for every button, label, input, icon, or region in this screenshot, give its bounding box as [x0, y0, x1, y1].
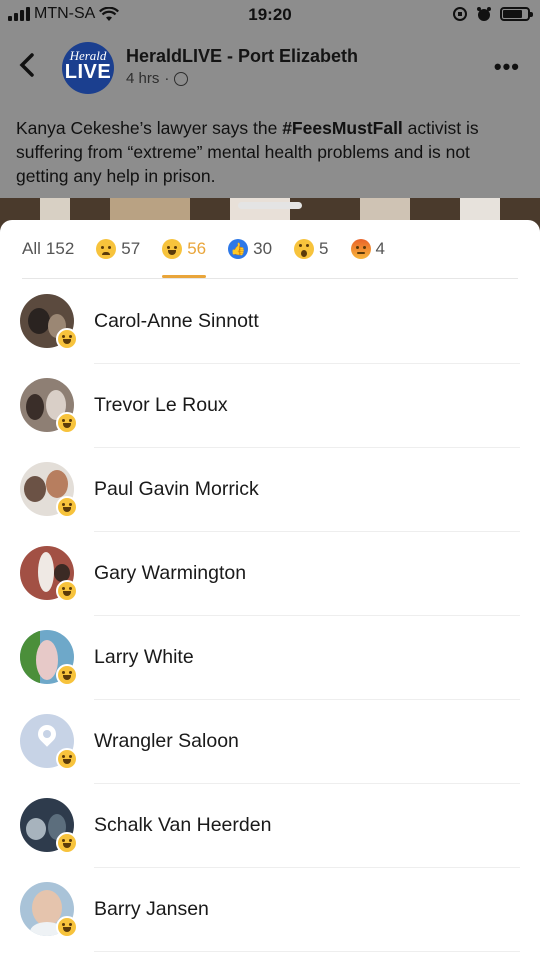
hashtag-link[interactable]: #FeesMustFall — [282, 118, 403, 138]
list-item[interactable]: Trevor Le Roux — [0, 364, 540, 448]
tab-wow-count: 5 — [319, 239, 329, 258]
haha-icon — [56, 328, 78, 350]
person-name[interactable]: Trevor Le Roux — [94, 394, 228, 417]
globe-icon — [174, 71, 189, 86]
post-meta: 4 hrs · — [126, 70, 189, 87]
tab-all-label: All — [22, 239, 41, 258]
person-name[interactable]: Schalk Van Heerden — [94, 814, 271, 837]
haha-icon — [56, 832, 78, 854]
person-name[interactable]: Larry White — [94, 646, 194, 669]
haha-icon — [56, 496, 78, 518]
alarm-icon — [477, 7, 491, 21]
person-name[interactable]: Paul Gavin Morrick — [94, 478, 259, 501]
haha-icon — [56, 748, 78, 770]
person-name[interactable]: Wrangler Saloon — [94, 730, 239, 753]
person-name[interactable]: Carol-Anne Sinnott — [94, 310, 259, 333]
haha-icon — [56, 664, 78, 686]
post-text: Kanya Cekeshe’s lawyer says the #FeesMus… — [16, 116, 526, 188]
tab-all[interactable]: All 152 — [22, 220, 74, 278]
list-item[interactable]: Paul Gavin Morrick — [0, 448, 540, 532]
haha-icon — [56, 916, 78, 938]
sad-icon — [96, 239, 117, 259]
tab-sad-count: 57 — [121, 239, 141, 258]
tabs-divider — [22, 278, 518, 279]
status-icons — [452, 6, 533, 22]
list-item[interactable]: Schalk Van Heerden — [0, 784, 540, 868]
sheet-drag-handle[interactable] — [238, 202, 302, 209]
haha-icon — [56, 580, 78, 602]
haha-icon — [162, 239, 183, 259]
logo-text-top: Herald — [69, 48, 107, 63]
orientation-lock-icon — [453, 7, 467, 21]
chevron-left-icon — [19, 53, 34, 77]
reactions-sheet: All 152 57 56 👍 30 5 4 Carol-Anne Sinnot… — [0, 202, 540, 960]
tab-like-count: 30 — [253, 239, 273, 258]
list-item[interactable]: Gary Warmington — [0, 532, 540, 616]
back-button[interactable] — [18, 52, 44, 82]
reactors-list: Carol-Anne Sinnott Trevor Le Roux Paul G… — [0, 280, 540, 952]
meta-separator: · — [164, 70, 170, 87]
status-bar: MTN-SA 19:20 — [0, 0, 540, 30]
post-header: Herald LIVE HeraldLIVE - Port Elizabeth … — [0, 38, 540, 98]
angry-icon — [350, 239, 371, 259]
page-name[interactable]: HeraldLIVE - Port Elizabeth — [126, 46, 358, 67]
logo-text-bottom: LIVE — [64, 61, 112, 83]
tab-haha[interactable]: 56 — [162, 220, 206, 278]
like-icon: 👍 — [228, 239, 249, 259]
person-name[interactable]: Barry Jansen — [94, 898, 209, 921]
post-backdrop — [0, 0, 540, 230]
location-pin-icon — [34, 721, 60, 747]
post-time: 4 hrs — [126, 70, 160, 87]
list-item[interactable]: Larry White — [0, 616, 540, 700]
tab-like[interactable]: 👍 30 — [228, 220, 272, 278]
tab-wow[interactable]: 5 — [294, 220, 329, 278]
list-item[interactable]: Carol-Anne Sinnott — [0, 280, 540, 364]
tab-haha-count: 56 — [187, 239, 207, 258]
tab-all-count: 152 — [45, 239, 75, 258]
post-text-start: Kanya Cekeshe’s lawyer says the — [16, 118, 283, 138]
tab-angry-count: 4 — [375, 239, 385, 258]
tab-sad[interactable]: 57 — [96, 220, 140, 278]
wow-icon — [294, 239, 315, 259]
list-item[interactable]: Wrangler Saloon — [0, 700, 540, 784]
tab-angry[interactable]: 4 — [350, 220, 385, 278]
list-item[interactable]: Barry Jansen — [0, 868, 540, 952]
haha-icon — [56, 412, 78, 434]
person-name[interactable]: Gary Warmington — [94, 562, 246, 585]
battery-icon — [500, 7, 533, 21]
more-options-button[interactable]: ••• — [494, 54, 520, 80]
page-avatar[interactable]: Herald LIVE — [62, 42, 114, 94]
reaction-tabs: All 152 57 56 👍 30 5 4 — [0, 220, 540, 278]
